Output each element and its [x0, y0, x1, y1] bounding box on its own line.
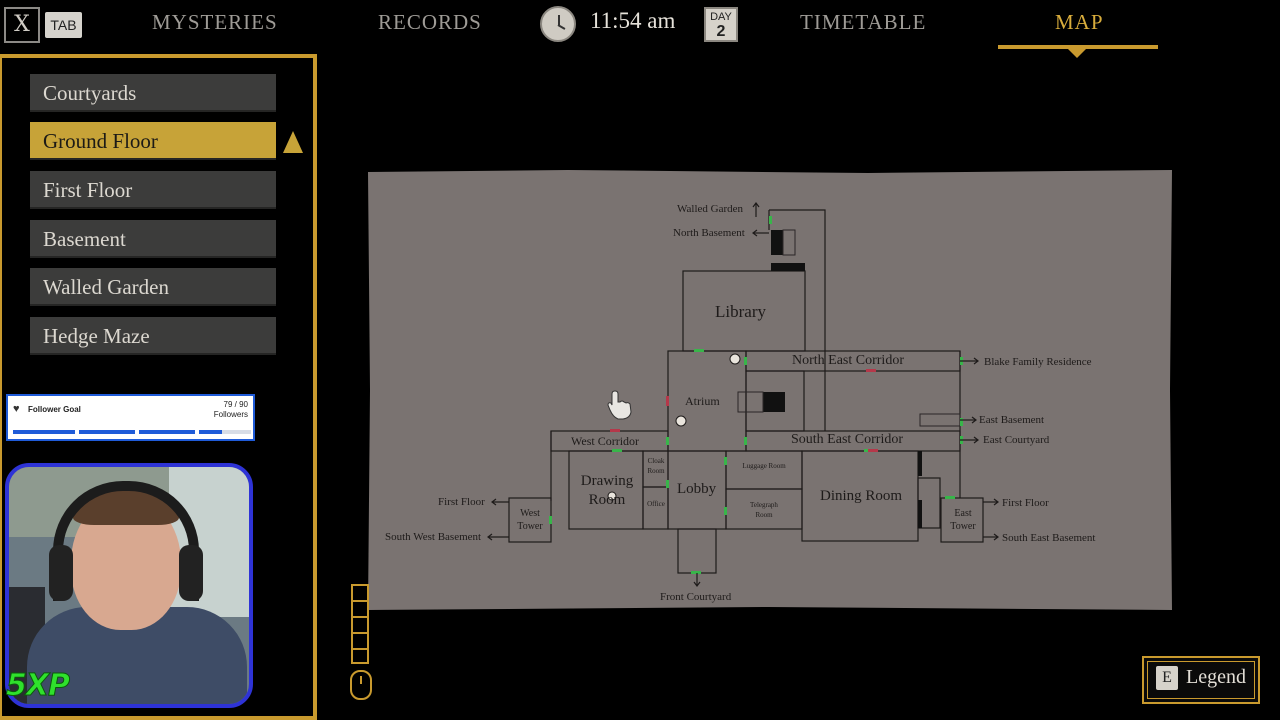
- map-label-telegraph-room: Telegraph Room: [750, 501, 778, 519]
- legend-button[interactable]: E Legend: [1142, 656, 1260, 704]
- map-label-east-tower: East Tower: [950, 508, 976, 532]
- zoom-segment: [353, 632, 367, 634]
- exit-label-north-basement[interactable]: North Basement: [673, 227, 745, 239]
- floor-button-ground-floor[interactable]: Ground Floor: [30, 122, 276, 160]
- close-map-key[interactable]: X: [4, 7, 40, 43]
- day-number: 2: [716, 23, 726, 40]
- heart-icon: ♥: [13, 403, 20, 415]
- exit-label-south-west-basement[interactable]: South West Basement: [385, 531, 481, 543]
- character-marker-icon: [675, 415, 687, 427]
- map-wall-solid: [918, 451, 922, 476]
- headset-earcup: [179, 545, 203, 601]
- follower-progress-track: [13, 429, 251, 435]
- exit-label-first-floor-east[interactable]: First Floor: [1002, 497, 1049, 509]
- tab-mysteries[interactable]: MYSTERIES: [152, 10, 278, 35]
- channel-logo: 5XP: [6, 668, 71, 704]
- exit-label-front-courtyard[interactable]: Front Courtyard: [660, 591, 731, 603]
- hand-cursor-icon: [607, 390, 632, 420]
- follower-goal-count: 79 / 90 Followers: [214, 400, 248, 420]
- top-navigation-bar: X TAB MYSTERIES RECORDS 11:54 am DAY 2 T…: [0, 0, 1280, 58]
- map-label-north-east-corridor: North East Corridor: [792, 353, 904, 368]
- stairs-steps: [737, 391, 764, 413]
- door-open: [945, 496, 955, 499]
- door-open: [724, 507, 727, 515]
- door-open: [612, 449, 622, 452]
- progress-marker: [195, 429, 199, 435]
- selected-floor-arrow-icon: [283, 131, 303, 153]
- exit-label-south-east-basement[interactable]: South East Basement: [1002, 532, 1096, 544]
- map-label-west-tower: West Tower: [517, 508, 543, 532]
- floor-button-first-floor[interactable]: First Floor: [30, 171, 276, 209]
- follower-goal-title: Follower Goal: [28, 405, 81, 414]
- map-label-lobby: Lobby: [677, 481, 717, 497]
- tab-records[interactable]: RECORDS: [378, 10, 482, 35]
- door-open: [724, 457, 727, 465]
- tab-map[interactable]: MAP: [1055, 10, 1104, 35]
- door-open: [694, 349, 704, 352]
- stairs-steps: [782, 229, 796, 256]
- mouse-scroll-icon: [350, 670, 372, 700]
- door-open: [691, 571, 701, 574]
- map-room-lobby-entrance: [677, 528, 717, 574]
- zoom-segment: [353, 616, 367, 618]
- map-label-cloak-room: Cloak Room: [647, 457, 665, 475]
- map-label-office: Office: [647, 500, 665, 508]
- door-locked: [666, 396, 669, 406]
- door-open: [549, 516, 552, 524]
- ground-floor-map: [487, 202, 999, 587]
- follower-goal-widget: ♥ Follower Goal 79 / 90 Followers: [6, 394, 255, 441]
- headset-earcup: [49, 545, 73, 601]
- map-label-dining-room: Dining Room: [820, 488, 903, 504]
- door-open: [666, 480, 669, 488]
- legend-key-hint: E: [1156, 666, 1178, 690]
- progress-marker: [75, 429, 79, 435]
- clock-icon: [540, 6, 576, 42]
- door-locked: [866, 369, 876, 372]
- character-marker-icon: [729, 353, 741, 365]
- follower-progress-fill: [13, 430, 223, 434]
- stairs-block: [763, 392, 785, 412]
- zoom-segment: [353, 648, 367, 650]
- floor-button-hedge-maze[interactable]: Hedge Maze: [30, 317, 276, 355]
- map-label-south-east-corridor: South East Corridor: [791, 432, 903, 447]
- current-time: 11:54 am: [590, 8, 676, 33]
- exit-label-blake-family-residence[interactable]: Blake Family Residence: [984, 356, 1092, 368]
- map-label-drawing-room: Drawing Room: [580, 473, 634, 508]
- progress-marker: [135, 429, 139, 435]
- floor-button-courtyards[interactable]: Courtyards: [30, 74, 276, 112]
- active-tab-pointer-icon: [1068, 49, 1086, 58]
- stairs-block: [771, 263, 805, 271]
- stairs-block: [771, 230, 783, 255]
- zoom-segment: [353, 600, 367, 602]
- floor-button-basement[interactable]: Basement: [30, 220, 276, 258]
- day-indicator: DAY 2: [704, 7, 738, 42]
- exit-label-east-courtyard[interactable]: East Courtyard: [983, 434, 1049, 446]
- map-label-atrium: Atrium: [685, 394, 720, 408]
- door-open: [769, 216, 772, 224]
- door-locked: [610, 429, 620, 432]
- follower-count: 79 / 90: [223, 400, 248, 409]
- exit-label-east-basement[interactable]: East Basement: [979, 414, 1044, 426]
- map-label-luggage-room: Luggage Room: [742, 462, 786, 470]
- map-wall-solid: [918, 500, 922, 528]
- follower-unit: Followers: [213, 410, 248, 419]
- floor-button-walled-garden[interactable]: Walled Garden: [30, 268, 276, 306]
- zoom-level-bar[interactable]: [351, 584, 369, 664]
- door-open: [744, 437, 747, 445]
- door-open: [960, 418, 963, 426]
- map-label-library: Library: [715, 302, 766, 321]
- exit-label-walled-garden[interactable]: Walled Garden: [677, 203, 743, 215]
- legend-label: Legend: [1186, 666, 1246, 688]
- door-locked: [868, 449, 878, 452]
- exit-label-first-floor-west[interactable]: First Floor: [438, 496, 485, 508]
- map-label-west-corridor: West Corridor: [571, 434, 640, 448]
- door-open: [666, 437, 669, 445]
- door-open: [744, 357, 747, 365]
- tab-timetable[interactable]: TIMETABLE: [800, 10, 926, 35]
- tab-key-hint: TAB: [45, 12, 82, 38]
- stairs-steps: [919, 413, 961, 427]
